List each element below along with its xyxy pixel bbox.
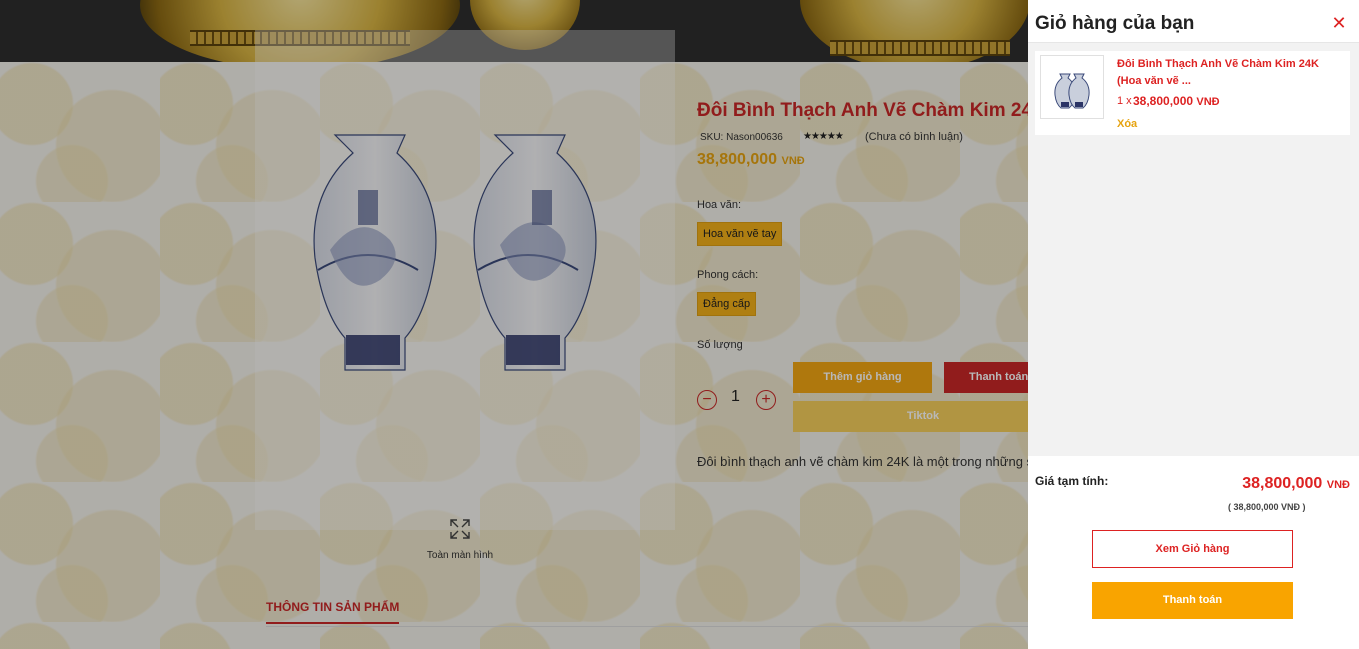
remove-item-button[interactable]: Xóa <box>1117 118 1137 130</box>
close-icon[interactable]: ✕ <box>1331 14 1347 32</box>
cart-item-price-value: 38,800,000 <box>1133 94 1194 108</box>
cart-title: Giỏ hàng của bạn <box>1035 13 1195 34</box>
subtotal-currency: VNĐ <box>1326 479 1350 491</box>
checkout-button[interactable]: Thanh toán <box>1092 582 1293 619</box>
cart-item-currency: VNĐ <box>1196 96 1220 108</box>
cart-item-thumbnail[interactable] <box>1040 55 1104 119</box>
cart-drawer: Giỏ hàng của bạn ✕ Đôi Bình Thạch Anh Vẽ… <box>1028 0 1359 649</box>
cart-item-qty: 1 x <box>1117 95 1132 107</box>
subtotal-note: ( 38,800,000 VNĐ ) <box>1228 502 1306 512</box>
cart-item-name[interactable]: Đôi Bình Thạch Anh Vẽ Chàm Kim 24K (Hoa … <box>1117 56 1337 90</box>
cart-item: Đôi Bình Thạch Anh Vẽ Chàm Kim 24K (Hoa … <box>1035 51 1350 135</box>
view-cart-button[interactable]: Xem Giỏ hàng <box>1092 530 1293 568</box>
subtotal-amount: 38,800,000 <box>1242 475 1323 492</box>
modal-overlay[interactable] <box>0 0 1028 649</box>
cart-header: Giỏ hàng của bạn ✕ <box>1028 0 1359 43</box>
subtotal-label: Giá tạm tính: <box>1035 474 1109 488</box>
cart-item-price: 38,800,000 VNĐ <box>1133 94 1220 108</box>
subtotal-value: 38,800,000 VNĐ <box>1242 475 1350 493</box>
